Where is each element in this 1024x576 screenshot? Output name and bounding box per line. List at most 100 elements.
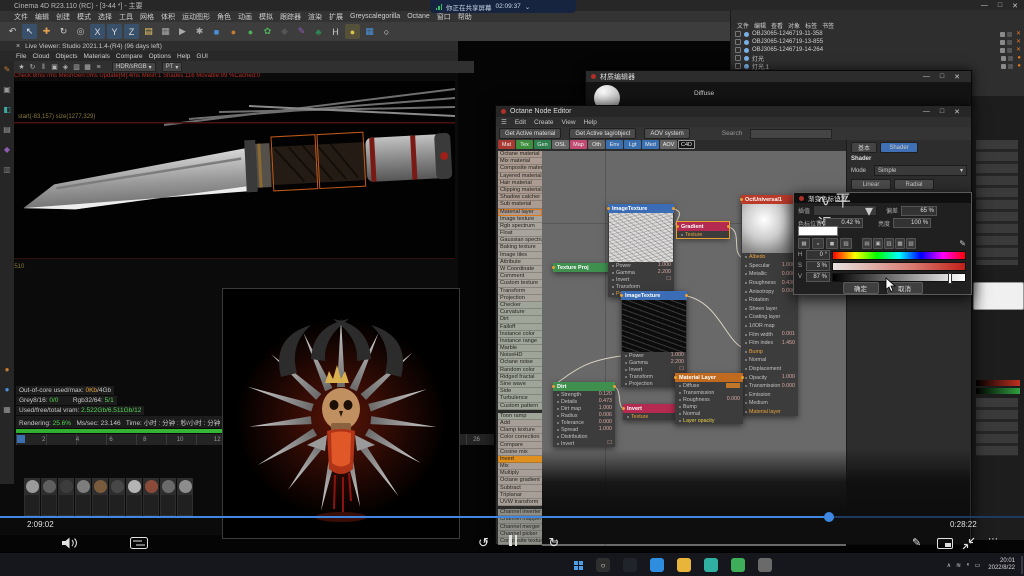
node-header[interactable]: OctUniversal1: [741, 195, 798, 204]
render-viewport[interactable]: start(-83,157) size(1277,329): [14, 81, 455, 259]
menu-item[interactable]: 跟踪器: [280, 12, 301, 22]
menu-item[interactable]: Cloud: [32, 53, 49, 60]
node-header[interactable]: Dirt: [553, 382, 615, 391]
node-type-item[interactable]: Random color: [498, 367, 542, 374]
eyedropper-icon[interactable]: ✎: [959, 239, 966, 248]
visibility-icon[interactable]: [1007, 32, 1012, 37]
menu-item[interactable]: 窗口: [437, 12, 451, 22]
menu-item[interactable]: Edit: [515, 119, 526, 126]
visibility-icon[interactable]: [1007, 48, 1012, 53]
node-type-item[interactable]: Ridged fractal: [498, 374, 542, 381]
node-texture-proj[interactable]: Texture Proj: [553, 263, 611, 272]
tray-icon[interactable]: ∧: [947, 562, 951, 569]
node-type-item[interactable]: Octane material: [498, 151, 542, 158]
material-thumbnail[interactable]: [143, 478, 159, 518]
category-tab[interactable]: Gen: [534, 140, 551, 149]
node-type-item[interactable]: Rgb spectrum: [498, 223, 542, 230]
toolbar-icon[interactable]: ‖: [38, 62, 49, 72]
taskbar-app-icon[interactable]: [758, 558, 772, 572]
node-param[interactable]: Invert☐: [608, 276, 674, 283]
node-type-item[interactable]: Layered material: [498, 173, 542, 180]
node-param[interactable]: Metallic0.000: [741, 270, 798, 279]
node-type-item[interactable]: Triplanar: [498, 492, 542, 499]
node-type-item[interactable]: Custom texture: [498, 280, 542, 287]
annotate-pen-icon[interactable]: ✎: [912, 536, 921, 549]
node-material-layer[interactable]: Material Layer DiffuseTransmissionRoughn…: [675, 373, 743, 424]
node-type-item[interactable]: Sine wave: [498, 381, 542, 388]
toolbar-button[interactable]: AOV system: [644, 128, 689, 139]
expand-dot-icon[interactable]: [735, 55, 741, 61]
toolbar-icon[interactable]: ↻: [56, 24, 71, 39]
category-tab[interactable]: Lgt: [624, 140, 641, 149]
node-param[interactable]: Power1.000: [608, 262, 674, 269]
node-param[interactable]: Transmission0.000: [741, 382, 798, 391]
colorspace-dropdown[interactable]: HDR/sRGB ▾: [112, 62, 156, 72]
node-header[interactable]: Gradient: [677, 222, 729, 231]
interp-dropdown[interactable]: ∿ 平滑 ▾: [813, 205, 877, 216]
node-param[interactable]: Normal: [741, 356, 798, 365]
expand-dot-icon[interactable]: [735, 47, 741, 53]
object-row[interactable]: OBJ3065-1246719-11-358 ✕: [731, 30, 1024, 38]
node-type-item[interactable]: Subtract: [498, 485, 542, 492]
show-desktop-button[interactable]: [1021, 556, 1023, 574]
node-param[interactable]: Coating layer: [741, 313, 798, 322]
category-tab[interactable]: Mat: [498, 140, 515, 149]
menu-item[interactable]: 网格: [140, 12, 154, 22]
node-type-item[interactable]: Dirt: [498, 316, 542, 323]
forward-30-button[interactable]: ↻30: [548, 534, 559, 551]
node-type-item[interactable]: Marble: [498, 345, 542, 352]
layer-icon[interactable]: [1000, 48, 1005, 53]
toolbar-button[interactable]: Get Active material: [499, 128, 561, 139]
menu-item[interactable]: Objects: [55, 53, 77, 60]
texture-tag-icon[interactable]: ✕: [1016, 31, 1021, 37]
taskbar-app-icon[interactable]: ○: [596, 558, 610, 572]
toolbar-icon[interactable]: ✿: [260, 24, 275, 39]
menu-item[interactable]: 文件: [14, 12, 28, 22]
color-model-tab[interactable]: ▣: [873, 238, 883, 249]
toolbar-icon[interactable]: ✚: [39, 24, 54, 39]
menu-item[interactable]: 工具: [119, 12, 133, 22]
node-type-item[interactable]: Hair material: [498, 180, 542, 187]
node-param[interactable]: Texture: [623, 413, 681, 420]
menu-item[interactable]: 查看: [771, 21, 783, 30]
node-dirt[interactable]: Dirt Strength0.120Details0.473Dirt map1.…: [553, 382, 615, 447]
window-control-button[interactable]: □: [940, 73, 944, 81]
menu-item[interactable]: Materials: [84, 53, 110, 60]
menu-item[interactable]: 编辑: [35, 12, 49, 22]
node-type-item[interactable]: Channel picker: [498, 531, 542, 538]
timeline-marker[interactable]: [17, 435, 25, 443]
node-param[interactable]: Opacity1.000: [741, 373, 798, 382]
node-type-item[interactable]: Custom pattern: [498, 403, 542, 410]
expand-dot-icon[interactable]: [735, 39, 741, 45]
node-param[interactable]: 1/IOR map: [741, 322, 798, 331]
node-type-item[interactable]: Sub material: [498, 201, 542, 208]
object-row[interactable]: 灯光 ●: [731, 54, 1024, 62]
tray-icon[interactable]: ▭: [975, 562, 981, 569]
pen-tool-icon[interactable]: ✎: [2, 64, 13, 75]
node-param[interactable]: Roughness0.430: [741, 279, 798, 288]
node-type-item[interactable]: Turbulence: [498, 395, 542, 402]
picker-mode-icon[interactable]: ◼: [826, 238, 838, 249]
node-param[interactable]: Gamma2.200: [621, 359, 687, 366]
volume-icon[interactable]: [62, 537, 78, 549]
taskbar-app-icon[interactable]: [704, 558, 718, 572]
node-param[interactable]: Spread1.000: [553, 426, 615, 433]
node-param[interactable]: Emission: [741, 391, 798, 400]
toolbar-icon[interactable]: ●: [345, 24, 360, 39]
menu-item[interactable]: Help: [177, 53, 190, 60]
object-row[interactable]: 灯光.1 ●: [731, 62, 1024, 70]
node-param[interactable]: Bump: [675, 403, 743, 410]
node-type-item[interactable]: Cosine mix: [498, 449, 542, 456]
render-result-window[interactable]: [222, 288, 460, 539]
node-type-item[interactable]: Octane noise: [498, 359, 542, 366]
menu-item[interactable]: Options: [149, 53, 171, 60]
material-thumbnail[interactable]: [41, 478, 57, 518]
toolbar-icon[interactable]: ●: [226, 24, 241, 39]
menu-item[interactable]: 书签: [822, 21, 834, 30]
node-param[interactable]: Medium: [741, 399, 798, 408]
material-ball-icon[interactable]: ●: [2, 384, 13, 395]
kernel-dropdown[interactable]: PT ▾: [162, 62, 183, 72]
node-type-item[interactable]: UVW transform: [498, 499, 542, 506]
node-param[interactable]: Transform: [608, 283, 674, 290]
toolbar-icon[interactable]: ▤: [141, 24, 156, 39]
